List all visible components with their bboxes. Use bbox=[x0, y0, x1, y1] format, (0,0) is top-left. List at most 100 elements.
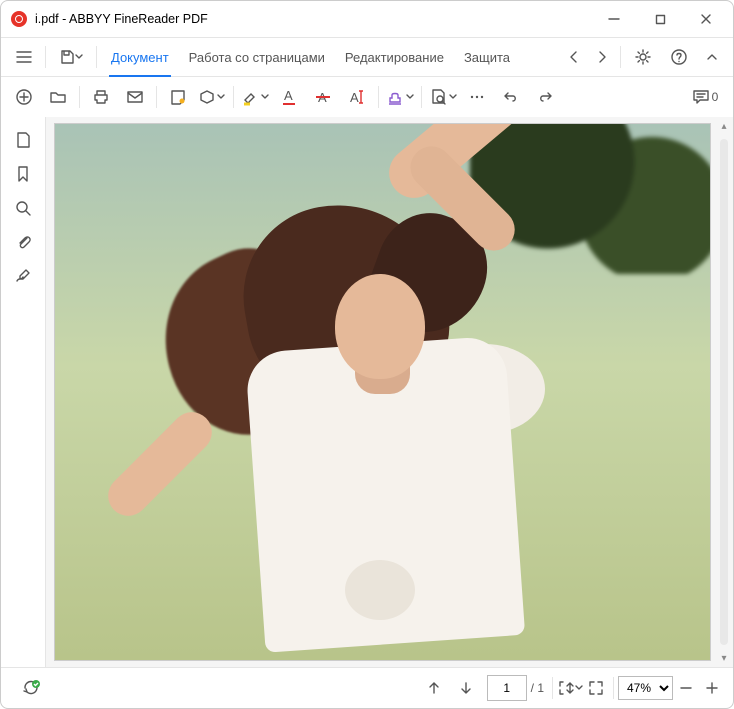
titlebar: i.pdf - ABBYY FineReader PDF bbox=[1, 1, 733, 37]
tab-protect[interactable]: Защита bbox=[454, 38, 520, 76]
zoom-out-button[interactable] bbox=[673, 675, 699, 701]
bookmarks-panel-button[interactable] bbox=[8, 157, 38, 191]
help-button[interactable] bbox=[661, 38, 697, 76]
separator bbox=[620, 46, 621, 68]
undo-button[interactable] bbox=[494, 77, 528, 117]
zoom-select[interactable]: 47% bbox=[618, 676, 673, 700]
scroll-up-icon[interactable]: ▴ bbox=[715, 117, 733, 135]
add-button[interactable] bbox=[7, 77, 41, 117]
note-button[interactable] bbox=[161, 77, 195, 117]
page-icon bbox=[15, 131, 31, 149]
paperclip-icon bbox=[15, 233, 31, 251]
nav-back-button[interactable] bbox=[560, 38, 588, 76]
redo-button[interactable] bbox=[528, 77, 562, 117]
printer-icon bbox=[92, 88, 110, 106]
separator bbox=[233, 86, 234, 108]
image-content bbox=[335, 274, 425, 379]
strikethrough-icon: A bbox=[315, 88, 331, 106]
separator bbox=[552, 677, 553, 699]
separator bbox=[421, 86, 422, 108]
bookmark-icon bbox=[16, 165, 30, 183]
next-page-button[interactable] bbox=[453, 675, 479, 701]
tab-document[interactable]: Документ bbox=[101, 38, 179, 76]
help-icon bbox=[670, 48, 688, 66]
page-number-input[interactable] bbox=[487, 675, 527, 701]
close-icon bbox=[700, 13, 712, 25]
scroll-track[interactable] bbox=[720, 139, 728, 645]
stamp-icon bbox=[386, 88, 404, 106]
zoom-in-button[interactable] bbox=[699, 675, 725, 701]
folder-icon bbox=[49, 89, 67, 105]
print-button[interactable] bbox=[84, 77, 118, 117]
text-button[interactable]: A bbox=[340, 77, 374, 117]
separator bbox=[378, 86, 379, 108]
page-total-label: / 1 bbox=[531, 681, 544, 695]
separator bbox=[45, 46, 46, 68]
open-button[interactable] bbox=[41, 77, 75, 117]
highlighter-icon bbox=[241, 88, 259, 106]
sign-icon bbox=[14, 267, 32, 285]
comments-count: 0 bbox=[712, 90, 719, 104]
more-button[interactable] bbox=[460, 77, 494, 117]
minimize-icon bbox=[608, 13, 620, 25]
gear-icon bbox=[634, 48, 652, 66]
separator bbox=[156, 86, 157, 108]
pages-panel-button[interactable] bbox=[8, 123, 38, 157]
stamp-button[interactable] bbox=[383, 77, 417, 117]
fit-page-button[interactable] bbox=[557, 675, 583, 701]
maximize-button[interactable] bbox=[637, 1, 683, 37]
plus-circle-icon bbox=[15, 88, 33, 106]
comment-icon bbox=[692, 89, 710, 105]
separator bbox=[79, 86, 80, 108]
arrow-down-icon bbox=[459, 680, 473, 696]
save-icon bbox=[59, 49, 75, 65]
save-button[interactable] bbox=[50, 38, 92, 76]
text-cursor-icon: A bbox=[348, 88, 366, 106]
strikethrough-button[interactable]: A bbox=[306, 77, 340, 117]
highlight-button[interactable] bbox=[238, 77, 272, 117]
page-view bbox=[54, 123, 711, 661]
separator bbox=[613, 677, 614, 699]
collapse-ribbon-button[interactable] bbox=[697, 38, 727, 76]
hamburger-button[interactable] bbox=[7, 38, 41, 76]
arrow-up-icon bbox=[427, 680, 441, 696]
vertical-scrollbar[interactable]: ▴ ▾ bbox=[715, 117, 733, 667]
mail-icon bbox=[126, 90, 144, 104]
comments-panel-button[interactable]: 0 bbox=[683, 77, 727, 117]
app-window: i.pdf - ABBYY FineReader PDF Документ Ра… bbox=[0, 0, 734, 709]
shape-button[interactable] bbox=[195, 77, 229, 117]
refresh-check-icon bbox=[21, 678, 41, 698]
minimize-button[interactable] bbox=[591, 1, 637, 37]
nav-forward-button[interactable] bbox=[588, 38, 616, 76]
page-search-icon bbox=[429, 88, 447, 106]
maximize-icon bbox=[655, 14, 666, 25]
redo-icon bbox=[537, 90, 553, 104]
separator bbox=[96, 46, 97, 68]
chevron-down-icon bbox=[261, 94, 269, 100]
document-canvas[interactable]: ▴ ▾ bbox=[46, 117, 733, 667]
note-icon bbox=[169, 89, 187, 105]
toolbar: A A A 0 bbox=[1, 77, 733, 117]
plus-icon bbox=[705, 681, 719, 695]
window-controls bbox=[591, 1, 729, 37]
fullscreen-button[interactable] bbox=[583, 675, 609, 701]
svg-text:A: A bbox=[350, 90, 359, 105]
chevron-down-icon bbox=[406, 94, 414, 100]
settings-button[interactable] bbox=[625, 38, 661, 76]
scroll-down-icon[interactable]: ▾ bbox=[715, 649, 733, 667]
underline-button[interactable]: A bbox=[272, 77, 306, 117]
mail-button[interactable] bbox=[118, 77, 152, 117]
tab-pages[interactable]: Работа со страницами bbox=[179, 38, 335, 76]
prev-page-button[interactable] bbox=[421, 675, 447, 701]
window-title: i.pdf - ABBYY FineReader PDF bbox=[35, 12, 591, 26]
main-area: ▴ ▾ bbox=[1, 117, 733, 667]
search-panel-button[interactable] bbox=[8, 191, 38, 225]
search-icon bbox=[14, 199, 32, 217]
dots-icon bbox=[470, 94, 484, 100]
find-button[interactable] bbox=[426, 77, 460, 117]
signatures-panel-button[interactable] bbox=[8, 259, 38, 293]
close-button[interactable] bbox=[683, 1, 729, 37]
tab-edit[interactable]: Редактирование bbox=[335, 38, 454, 76]
background-task-button[interactable] bbox=[16, 673, 46, 703]
attachments-panel-button[interactable] bbox=[8, 225, 38, 259]
